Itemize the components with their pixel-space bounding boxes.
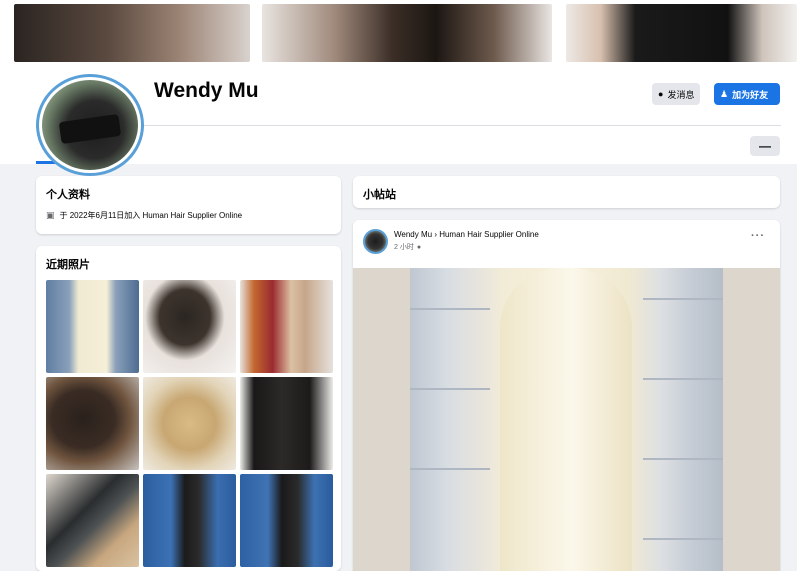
cover-photo-strip[interactable] — [0, 0, 797, 62]
photo-tile[interactable] — [240, 280, 333, 373]
shelf-line — [643, 538, 723, 540]
photo-tile[interactable] — [143, 280, 236, 373]
post-image[interactable] — [353, 268, 780, 571]
photos-title[interactable]: 近期照片 — [46, 256, 90, 272]
intro-joined-text: 于 2022年6月11日加入 Human Hair Supplier Onlin… — [59, 211, 243, 220]
shelf-line — [410, 308, 490, 310]
post-menu-button[interactable]: ··· — [751, 230, 765, 242]
add-friend-button[interactable]: ♟ 加为好友 — [714, 83, 780, 105]
header-divider — [36, 125, 781, 126]
add-friend-button-label: 加为好友 — [732, 89, 769, 100]
globe-icon: ● — [416, 243, 422, 251]
profile-avatar[interactable] — [36, 74, 144, 176]
posts-header-card: 小帖站 — [353, 176, 780, 208]
photo-tile[interactable] — [143, 377, 236, 470]
profile-header: Wendy Mu ● 发消息 ♟ 加为好友 小帖站 — — [0, 62, 797, 176]
more-options-button[interactable]: — — [750, 136, 780, 156]
messenger-icon: ● — [658, 88, 664, 99]
photos-card: 近期照片 — [36, 246, 341, 571]
message-button-label: 发消息 — [667, 89, 695, 100]
posts-title: 小帖站 — [363, 189, 396, 201]
shelf-line — [410, 388, 490, 390]
post-photo — [410, 268, 723, 571]
intro-title: 个人资料 — [46, 189, 90, 201]
shelf-line — [643, 378, 723, 380]
shelf-line — [410, 468, 490, 470]
post-time[interactable]: 2 小时 — [394, 242, 414, 252]
message-button[interactable]: ● 发消息 — [652, 83, 701, 105]
cover-photo-3[interactable] — [566, 4, 797, 62]
post-author[interactable]: Wendy Mu › Human Hair Supplier Online — [394, 230, 539, 239]
group-icon: ▣ — [46, 210, 55, 220]
photo-tile[interactable] — [46, 280, 139, 373]
photo-tile[interactable] — [46, 474, 139, 567]
cover-photo-2[interactable] — [262, 4, 552, 62]
intro-card: 个人资料 ▣ 于 2022年6月11日加入 Human Hair Supplie… — [36, 176, 341, 234]
profile-page: Wendy Mu ● 发消息 ♟ 加为好友 小帖站 — 个人资料 ▣ 于 202… — [0, 0, 797, 571]
shelf-line — [643, 458, 723, 460]
shelf-line — [643, 298, 723, 300]
intro-joined-row: ▣ 于 2022年6月11日加入 Human Hair Supplier Onl… — [46, 210, 242, 221]
profile-name: Wendy Mu — [154, 79, 259, 102]
photo-tile[interactable] — [46, 377, 139, 470]
post-card: Wendy Mu › Human Hair Supplier Online 2 … — [353, 220, 780, 571]
person-add-icon: ♟ — [720, 88, 729, 99]
cover-photo-1[interactable] — [14, 4, 250, 62]
photo-tile[interactable] — [143, 474, 236, 567]
photo-tile[interactable] — [240, 474, 333, 567]
photo-tile[interactable] — [240, 377, 333, 470]
avatar-image — [42, 80, 138, 170]
post-author-avatar[interactable] — [363, 229, 388, 254]
photo-grid — [46, 280, 334, 567]
post-meta: 2 小时 ● — [394, 242, 421, 252]
